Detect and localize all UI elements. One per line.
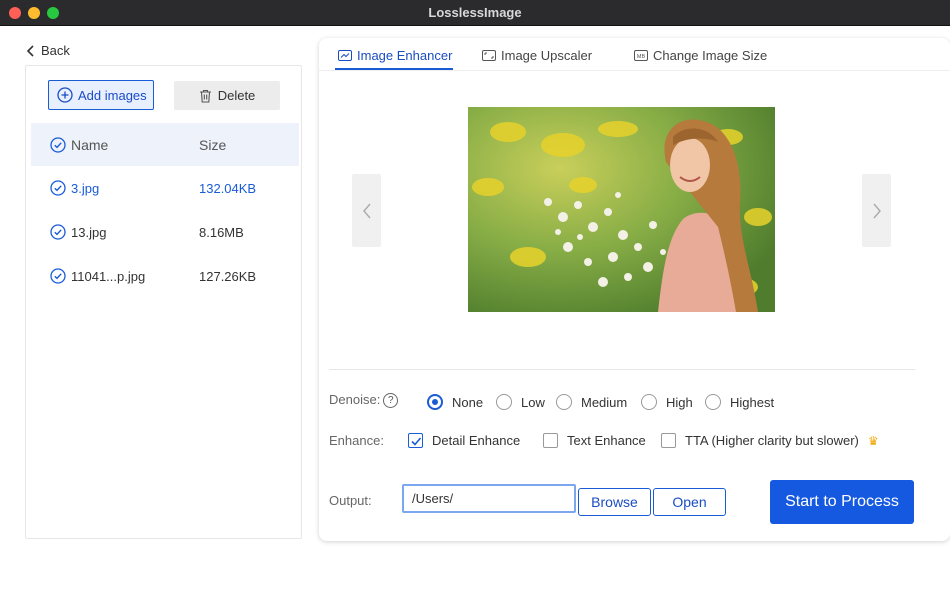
- tab-label: Image Upscaler: [501, 48, 593, 63]
- tab-image-enhancer[interactable]: Image Enhancer: [338, 48, 452, 63]
- checkbox-icon: [408, 433, 423, 448]
- app-window: Back Add images Delete Name Size 3.jpg 1…: [0, 26, 950, 594]
- file-checkbox[interactable]: [50, 268, 66, 284]
- select-all-checkbox[interactable]: [50, 136, 66, 153]
- name-column-header: Name: [71, 136, 109, 153]
- file-row[interactable]: 3.jpg 132.04KB: [31, 166, 299, 210]
- section-divider: [329, 369, 915, 370]
- chevron-left-icon: [26, 44, 34, 57]
- tab-change-image-size[interactable]: MB Change Image Size: [634, 48, 767, 63]
- tab-image-upscaler[interactable]: Image Upscaler: [482, 48, 592, 63]
- chevron-left-icon: [362, 203, 371, 218]
- file-row[interactable]: 13.jpg 8.16MB: [31, 210, 299, 254]
- title-bar: LosslessImage: [0, 0, 950, 26]
- back-button[interactable]: Back: [26, 43, 70, 58]
- file-checkbox[interactable]: [50, 224, 66, 240]
- svg-text:MB: MB: [637, 54, 646, 60]
- start-to-process-button[interactable]: Start to Process: [770, 480, 914, 524]
- browse-button[interactable]: Browse: [578, 488, 651, 516]
- radio-icon: [641, 394, 657, 410]
- denoise-label: Denoise:: [329, 392, 381, 407]
- radio-label: Medium: [581, 394, 628, 410]
- tab-divider: [319, 70, 950, 71]
- radio-icon: [427, 394, 443, 410]
- checkbox-icon: [661, 433, 676, 448]
- denoise-option-medium[interactable]: Medium: [556, 394, 627, 410]
- radio-label: Highest: [730, 394, 775, 410]
- denoise-option-highest[interactable]: Highest: [705, 394, 774, 410]
- radio-icon: [556, 394, 572, 410]
- trash-icon: [199, 89, 211, 103]
- upscale-icon: [482, 50, 496, 61]
- file-list-panel: Add images Delete Name Size 3.jpg 132.04…: [25, 65, 302, 539]
- denoise-label-group: Denoise:?: [329, 392, 399, 409]
- output-path-input[interactable]: [402, 484, 576, 513]
- checkbox-label: TTA (Higher clarity but slower): [685, 433, 859, 448]
- crown-icon: ♛: [867, 433, 879, 448]
- file-name: 11041...p.jpg: [71, 268, 146, 284]
- tab-label: Change Image Size: [653, 48, 768, 63]
- delete-button[interactable]: Delete: [174, 81, 280, 110]
- plus-circle-icon: [57, 87, 73, 103]
- help-icon[interactable]: ?: [383, 393, 399, 409]
- file-size: 127.26KB: [199, 268, 257, 284]
- checkbox-icon: [543, 433, 558, 448]
- image-preview: [468, 107, 775, 312]
- tta-checkbox[interactable]: TTA (Higher clarity but slower) ♛: [661, 433, 879, 448]
- open-button[interactable]: Open: [653, 488, 726, 516]
- mb-icon: MB: [634, 50, 648, 61]
- add-images-button[interactable]: Add images: [48, 80, 154, 110]
- radio-label: Low: [521, 394, 545, 410]
- denoise-option-none[interactable]: None: [427, 394, 483, 410]
- detail-enhance-checkbox[interactable]: Detail Enhance: [408, 433, 520, 448]
- radio-icon: [705, 394, 721, 410]
- enhance-label: Enhance:: [329, 433, 384, 448]
- file-size: 132.04KB: [199, 180, 257, 196]
- chevron-right-icon: [872, 203, 881, 218]
- checkbox-label: Detail Enhance: [432, 433, 521, 448]
- enhance-icon: [338, 50, 352, 61]
- denoise-option-high[interactable]: High: [641, 394, 693, 410]
- next-image-button[interactable]: [862, 174, 891, 247]
- output-label: Output:: [329, 493, 372, 508]
- file-name: 13.jpg: [71, 224, 107, 240]
- photo-preview: [468, 107, 775, 312]
- add-images-label: Add images: [78, 87, 147, 103]
- previous-image-button[interactable]: [352, 174, 381, 247]
- denoise-option-low[interactable]: Low: [496, 394, 545, 410]
- file-list-header: Name Size: [31, 123, 299, 166]
- tab-label: Image Enhancer: [357, 48, 453, 63]
- size-column-header: Size: [199, 136, 227, 153]
- window-title: LosslessImage: [428, 5, 522, 20]
- file-name: 3.jpg: [71, 180, 100, 196]
- file-size: 8.16MB: [199, 224, 244, 240]
- file-checkbox[interactable]: [50, 180, 66, 196]
- editor-panel: Image Enhancer Image Upscaler MB Change …: [319, 38, 950, 541]
- file-row[interactable]: 11041...p.jpg 127.26KB: [31, 254, 299, 298]
- delete-label: Delete: [217, 88, 256, 103]
- radio-label: High: [666, 394, 693, 410]
- radio-label: None: [452, 394, 484, 410]
- radio-icon: [496, 394, 512, 410]
- back-label: Back: [41, 43, 70, 58]
- text-enhance-checkbox[interactable]: Text Enhance: [543, 433, 646, 448]
- checkbox-label: Text Enhance: [567, 433, 646, 448]
- tab-bar: Image Enhancer Image Upscaler MB Change …: [319, 38, 950, 70]
